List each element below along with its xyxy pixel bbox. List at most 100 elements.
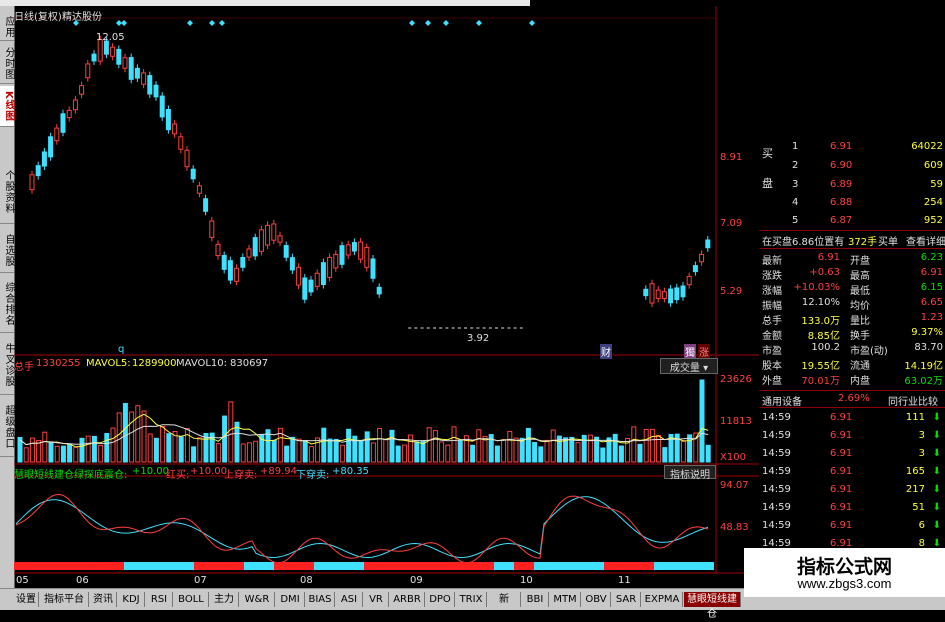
bottom-tab[interactable]: 主力 bbox=[210, 592, 239, 607]
event-marker[interactable]: 獨 bbox=[684, 344, 696, 359]
bottom-tab[interactable]: 新DMA bbox=[488, 592, 521, 620]
volume-bar bbox=[339, 444, 345, 463]
kline-chart-panel[interactable]: 日线(复权) 精达股份 8.91 7.09 5.29 12.05 3.92 q … bbox=[14, 6, 759, 588]
stat-row: 外盘 70.01万 内盘 63.02万 bbox=[760, 372, 945, 387]
bottom-tab[interactable]: SAR bbox=[612, 592, 641, 607]
bid-row[interactable]: 3 6.89 59 bbox=[760, 179, 945, 192]
candle-body bbox=[283, 245, 289, 258]
bottom-tab[interactable]: 资讯 bbox=[90, 592, 117, 607]
volume-bar bbox=[445, 444, 451, 463]
x-axis-label: 05 bbox=[16, 575, 29, 586]
left-tab-ranking[interactable]: 综合排名 bbox=[0, 276, 14, 333]
bid-row[interactable]: 2 6.90 609 bbox=[760, 160, 945, 173]
bottom-tab[interactable]: BIAS bbox=[306, 592, 335, 607]
bottom-tab[interactable]: W&R bbox=[240, 592, 275, 607]
bottom-tab[interactable]: 指标平台 bbox=[40, 592, 89, 607]
volume-bar bbox=[60, 445, 66, 463]
candle-body bbox=[153, 84, 159, 98]
candle-body bbox=[345, 244, 351, 256]
compare-link[interactable]: 同行业比较 bbox=[888, 393, 938, 408]
bid-volume: 59 bbox=[930, 179, 943, 190]
bottom-tab[interactable]: EXPMA bbox=[642, 592, 683, 607]
signal-band-segment bbox=[514, 562, 534, 570]
left-tab-super-panel[interactable]: 超级盘口 bbox=[0, 398, 14, 457]
x-axis-label: 10 bbox=[520, 575, 533, 586]
volume-bar bbox=[23, 447, 29, 463]
tick-time: 14:59 bbox=[762, 484, 791, 495]
candle-body bbox=[54, 127, 60, 142]
volume-bar bbox=[197, 437, 203, 463]
sector-row[interactable]: 通用设备 2.69% 同行业比较 bbox=[760, 393, 945, 408]
bid-row[interactable]: 5 6.87 952 bbox=[760, 215, 945, 228]
bottom-tab[interactable]: RSI bbox=[146, 592, 173, 607]
stat-label: 量比 bbox=[850, 316, 870, 327]
volume-indicator-dropdown[interactable]: 成交量 ▾ bbox=[660, 358, 718, 374]
bottom-tab[interactable]: DPO bbox=[426, 592, 455, 607]
tick-row: 14:59 6.91 3 ⬇ bbox=[760, 448, 945, 461]
bottom-tab[interactable]: 慧眼短线建仓 bbox=[684, 592, 741, 620]
volume-bar bbox=[73, 446, 79, 463]
bottom-tab[interactable]: DMI bbox=[276, 592, 305, 607]
bottom-tab[interactable]: KDJ bbox=[118, 592, 145, 607]
signal-band-segment bbox=[244, 562, 274, 570]
bid-price: 6.90 bbox=[830, 160, 853, 171]
stat-label: 换手 bbox=[850, 331, 870, 342]
event-marker[interactable]: q bbox=[118, 344, 124, 355]
volume-bar bbox=[184, 428, 190, 463]
bid-volume: 952 bbox=[923, 215, 943, 226]
tick-price: 6.91 bbox=[830, 448, 853, 459]
left-tab-profile[interactable]: 个股资料 bbox=[0, 161, 14, 224]
candle-body bbox=[339, 245, 345, 265]
candle-body bbox=[308, 279, 314, 293]
stat-value: 133.0万 bbox=[801, 316, 840, 327]
detail-link[interactable]: 查看详细 bbox=[906, 233, 945, 248]
bid-row[interactable]: 1 6.91 64022 bbox=[760, 141, 945, 154]
tick-row: 14:59 6.91 51 ⬇ bbox=[760, 502, 945, 515]
bid-volume: 64022 bbox=[911, 141, 943, 152]
left-tab-watchlist[interactable]: 自选股 bbox=[0, 228, 14, 273]
volume-bar bbox=[79, 437, 85, 463]
volume-axis-label: 23626 bbox=[720, 374, 752, 385]
bottom-tab[interactable]: BBI bbox=[522, 592, 549, 607]
left-tab-diagnosis[interactable]: 牛叉诊股 bbox=[0, 336, 14, 395]
volume-bar bbox=[587, 434, 593, 463]
buy-one-link[interactable]: 买单 bbox=[878, 233, 898, 248]
candle-body bbox=[190, 168, 196, 180]
indicator-name: 慧眼短线建仓 bbox=[14, 470, 74, 481]
left-tab-kline[interactable]: K线图 bbox=[0, 86, 14, 127]
bottom-tab[interactable]: MTM bbox=[550, 592, 581, 607]
bottom-tab[interactable]: ARBR bbox=[390, 592, 425, 607]
signal-diamond-icon bbox=[425, 20, 431, 26]
candle-body bbox=[141, 72, 147, 85]
stat-value: 14.19亿 bbox=[904, 361, 943, 372]
candle-body bbox=[686, 276, 692, 286]
candle-body bbox=[358, 241, 364, 260]
bottom-tab[interactable]: ASI bbox=[336, 592, 363, 607]
candle-body bbox=[221, 254, 227, 270]
candle-body bbox=[116, 48, 122, 65]
event-marker[interactable]: 涨 bbox=[698, 344, 710, 359]
signal-band-segment bbox=[604, 562, 654, 570]
bid-row[interactable]: 4 6.88 254 bbox=[760, 197, 945, 210]
candle-body bbox=[705, 239, 711, 249]
candle-body bbox=[147, 75, 153, 95]
stat-label: 总手 bbox=[762, 316, 782, 327]
left-tab-intraday[interactable]: 分时图 bbox=[0, 43, 14, 84]
volume-bar bbox=[563, 437, 569, 463]
stat-value: 8.85亿 bbox=[807, 331, 840, 342]
volume-bar bbox=[662, 447, 668, 463]
indicator-help-button[interactable]: 指标说明 bbox=[664, 465, 716, 481]
bottom-tab[interactable]: 设置 bbox=[14, 592, 39, 607]
bottom-tab[interactable]: VR bbox=[364, 592, 389, 607]
watermark: 指标公式网 www.zbgs3.com bbox=[744, 548, 945, 597]
event-marker[interactable]: 财 bbox=[600, 344, 612, 359]
price-axis-label: 7.09 bbox=[720, 218, 743, 229]
volume-bar bbox=[470, 444, 476, 463]
stat-label: 均价 bbox=[850, 301, 870, 312]
bottom-tab[interactable]: TRIX bbox=[456, 592, 487, 607]
stat-label: 最低 bbox=[850, 286, 870, 297]
left-tab-apps[interactable]: 应用 bbox=[0, 14, 14, 41]
bottom-tab[interactable]: BOLL bbox=[174, 592, 209, 607]
bottom-tab[interactable]: OBV bbox=[582, 592, 611, 607]
signal-band-segment bbox=[364, 562, 494, 570]
